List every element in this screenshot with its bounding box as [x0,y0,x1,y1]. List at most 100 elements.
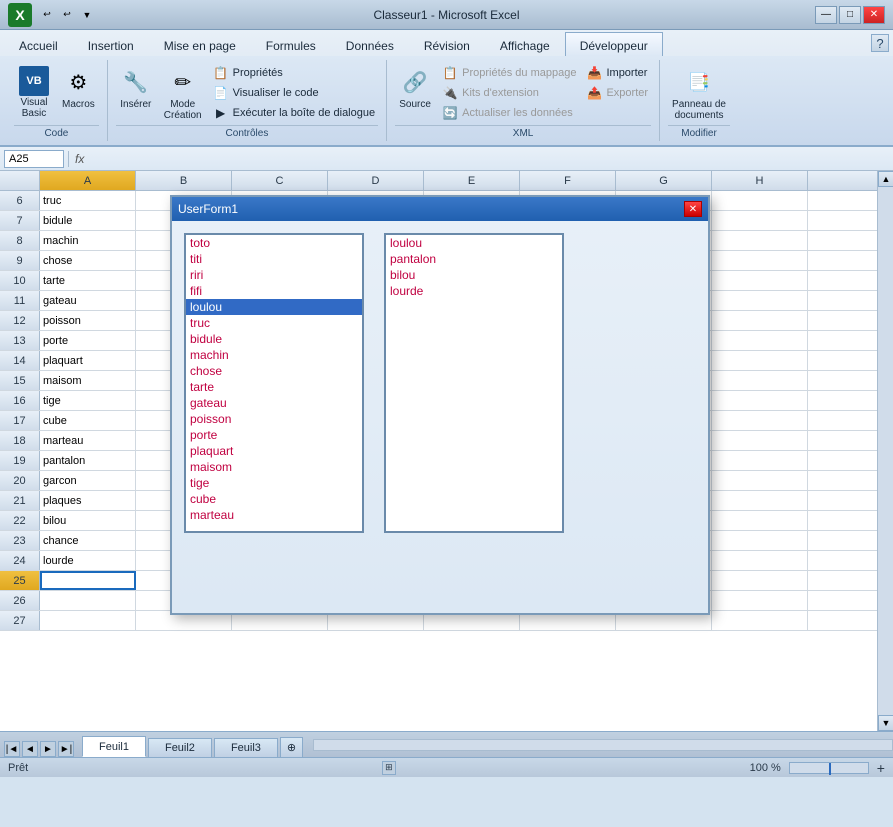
cell-H26[interactable] [712,591,808,610]
col-header-C[interactable]: C [232,171,328,190]
list-item[interactable]: loulou [186,299,362,315]
cell-A27[interactable] [40,611,136,630]
col-header-F[interactable]: F [520,171,616,190]
listbox1[interactable]: tototitirirififilouloutrucbidulemachinch… [184,233,364,533]
proprietes-mappage-button[interactable]: 📋 Propriétés du mappage [439,64,579,82]
cell-H20[interactable] [712,471,808,490]
userform-dialog[interactable]: UserForm1 ✕ tototitirirififilouloutrucbi… [170,195,710,615]
minimize-button[interactable]: — [815,6,837,24]
listbox2[interactable]: louloupantalonbiloulourde [384,233,564,533]
mode-creation-button[interactable]: ✏ ModeCréation [160,64,206,123]
tab-revision[interactable]: Révision [409,34,485,56]
cell-H18[interactable] [712,431,808,450]
cell-H17[interactable] [712,411,808,430]
cell-H15[interactable] [712,371,808,390]
cell-A25[interactable] [40,571,136,590]
sheet-nav-prev[interactable]: ◄ [22,741,38,757]
cell-A9[interactable]: chose [40,251,136,270]
list-item[interactable]: marteau [186,507,362,523]
cell-H24[interactable] [712,551,808,570]
list-item[interactable]: tige [186,475,362,491]
list-item[interactable]: plaquart [186,443,362,459]
cell-A11[interactable]: gateau [40,291,136,310]
cell-A12[interactable]: poisson [40,311,136,330]
macros-button[interactable]: ⚙ Macros [58,64,99,112]
tab-accueil[interactable]: Accueil [4,34,73,56]
visual-basic-button[interactable]: VB VisualBasic [14,64,54,121]
cell-H11[interactable] [712,291,808,310]
cell-A13[interactable]: porte [40,331,136,350]
list-item[interactable]: bidule [186,331,362,347]
source-button[interactable]: 🔗 Source [395,64,435,112]
cell-H12[interactable] [712,311,808,330]
list-item[interactable]: toto [186,235,362,251]
horizontal-scrollbar[interactable] [313,739,893,751]
cell-H8[interactable] [712,231,808,250]
list-item[interactable]: lourde [386,283,562,299]
inserer-button[interactable]: 🔧 Insérer [116,64,156,112]
list-item[interactable]: chose [186,363,362,379]
close-button[interactable]: ✕ [863,6,885,24]
cell-A22[interactable]: bilou [40,511,136,530]
col-header-A[interactable]: A [40,171,136,190]
cell-reference-box[interactable]: A25 [4,150,64,168]
cell-A17[interactable]: cube [40,411,136,430]
list-item[interactable]: cube [186,491,362,507]
cell-H25[interactable] [712,571,808,590]
list-item[interactable]: bilou [386,267,562,283]
sheet-nav-last[interactable]: ►| [58,741,74,757]
sheet-tab-add[interactable]: ⊕ [280,737,303,757]
list-item[interactable]: gateau [186,395,362,411]
cell-H19[interactable] [712,451,808,470]
panneau-documents-button[interactable]: 📑 Panneau dedocuments [668,64,730,123]
cell-A8[interactable]: machin [40,231,136,250]
formula-input[interactable] [90,150,889,168]
cell-H6[interactable] [712,191,808,210]
cell-H9[interactable] [712,251,808,270]
cell-A26[interactable] [40,591,136,610]
cell-A23[interactable]: chance [40,531,136,550]
page-layout-icon[interactable]: ⊞ [382,761,396,775]
cell-A24[interactable]: lourde [40,551,136,570]
list-item[interactable]: tarte [186,379,362,395]
tab-developpeur[interactable]: Développeur [565,32,663,56]
list-item[interactable]: porte [186,427,362,443]
cell-A20[interactable]: garcon [40,471,136,490]
col-header-D[interactable]: D [328,171,424,190]
vertical-scrollbar[interactable]: ▲ ▼ [877,171,893,731]
tab-formules[interactable]: Formules [251,34,331,56]
proprietes-button[interactable]: 📋 Propriétés [210,64,379,82]
cell-H14[interactable] [712,351,808,370]
sheet-tab-feuil3[interactable]: Feuil3 [214,738,278,757]
executer-boite-button[interactable]: ▶ Exécuter la boîte de dialogue [210,104,379,122]
list-item[interactable]: loulou [386,235,562,251]
tab-mise-en-page[interactable]: Mise en page [149,34,251,56]
cell-H10[interactable] [712,271,808,290]
list-item[interactable]: maisom [186,459,362,475]
col-header-E[interactable]: E [424,171,520,190]
cell-A21[interactable]: plaques [40,491,136,510]
redo-button[interactable]: ↩ [58,6,76,24]
scroll-up-button[interactable]: ▲ [878,171,893,187]
cell-A14[interactable]: plaquart [40,351,136,370]
list-item[interactable]: truc [186,315,362,331]
sheet-tab-feuil1[interactable]: Feuil1 [82,736,146,757]
col-header-H[interactable]: H [712,171,808,190]
cell-H21[interactable] [712,491,808,510]
help-button[interactable]: ? [871,34,889,52]
cell-A15[interactable]: maisom [40,371,136,390]
list-item[interactable]: riri [186,267,362,283]
cell-A10[interactable]: tarte [40,271,136,290]
kits-extension-button[interactable]: 🔌 Kits d'extension [439,84,579,102]
zoom-in-button[interactable]: + [877,760,885,776]
cell-A16[interactable]: tige [40,391,136,410]
cell-H13[interactable] [712,331,808,350]
maximize-button[interactable]: □ [839,6,861,24]
visualiser-code-button[interactable]: 📄 Visualiser le code [210,84,379,102]
zoom-slider[interactable] [789,762,869,774]
quickaccess-dropdown[interactable]: ▼ [78,6,96,24]
cell-A19[interactable]: pantalon [40,451,136,470]
list-item[interactable]: pantalon [386,251,562,267]
cell-H27[interactable] [712,611,808,630]
sheet-nav-first[interactable]: |◄ [4,741,20,757]
